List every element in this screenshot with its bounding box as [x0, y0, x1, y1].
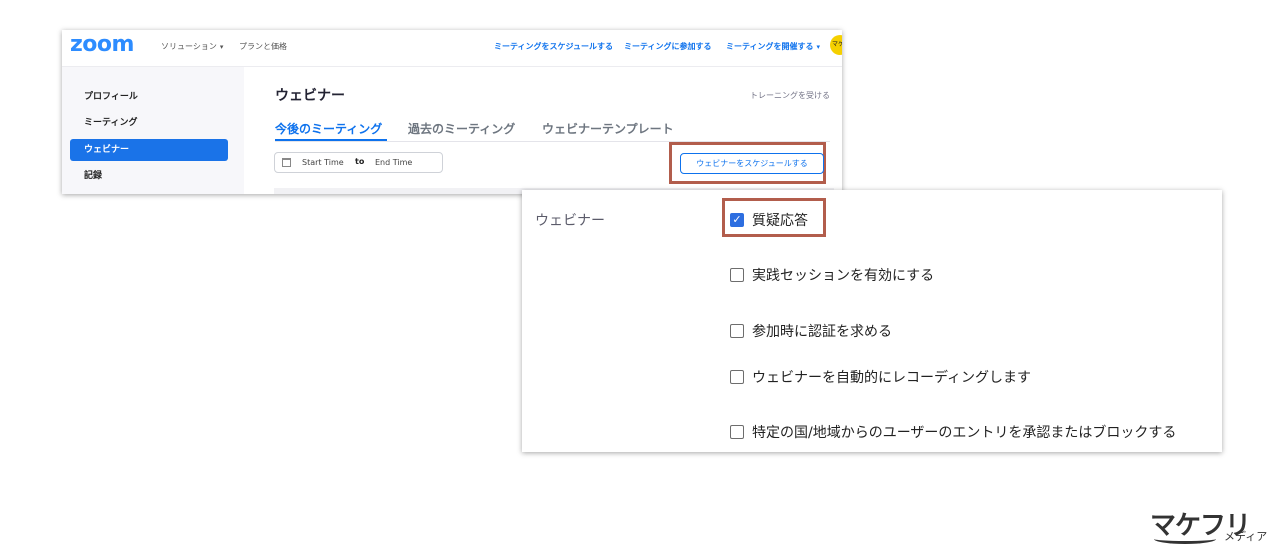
solutions-label: ソリューション — [161, 42, 217, 51]
brand-subtitle: メディア — [1224, 530, 1268, 543]
host-meeting-menu[interactable]: ミーティングを開催する ▾ — [726, 41, 820, 52]
schedule-webinar-button[interactable]: ウェビナーをスケジュールする — [680, 153, 824, 174]
date-range-picker[interactable]: Start Time to End Time — [274, 152, 443, 173]
zoom-webinar-page-screenshot: zoom ソリューション ▾ プランと価格 ミーティングをスケジュールする ミーテ… — [62, 30, 842, 194]
start-time-field[interactable]: Start Time — [302, 158, 344, 167]
main-content: ウェビナー トレーニングを受ける 今後のミーティング 過去のミーティング ウェビ… — [244, 67, 842, 194]
join-meeting-link[interactable]: ミーティングに参加する — [624, 41, 712, 52]
checkbox[interactable] — [730, 268, 744, 282]
tab-previous[interactable]: 過去のミーティング — [408, 120, 515, 137]
checkbox[interactable] — [730, 425, 744, 439]
sidebar-item-webinars[interactable]: ウェビナー — [70, 139, 228, 161]
option-label: 質疑応答 — [752, 213, 808, 229]
page-title: ウェビナー — [275, 88, 345, 104]
checkbox[interactable] — [730, 324, 744, 338]
chevron-down-icon: ▾ — [816, 43, 821, 51]
settings-section-label: ウェビナー — [535, 213, 605, 229]
tab-templates[interactable]: ウェビナーテンプレート — [542, 120, 674, 137]
avatar[interactable]: マケ — [830, 35, 842, 55]
sidebar-item-recordings[interactable]: 記録 — [70, 165, 228, 187]
solutions-menu[interactable]: ソリューション ▾ — [161, 41, 223, 52]
schedule-meeting-link[interactable]: ミーティングをスケジュールする — [494, 41, 613, 52]
option-label: 実践セッションを有効にする — [752, 268, 935, 284]
pricing-link[interactable]: プランと価格 — [239, 41, 287, 52]
option-label: ウェビナーを自動的にレコーディングします — [752, 370, 1032, 386]
checkbox-checked[interactable]: ✓ — [730, 213, 744, 227]
webinar-settings-screenshot: ウェビナー ✓ 質疑応答 実践セッションを有効にする 参加時に認証を求める ウェ… — [522, 190, 1222, 452]
tab-upcoming[interactable]: 今後のミーティング — [275, 120, 382, 137]
checkbox[interactable] — [730, 370, 744, 384]
training-link[interactable]: トレーニングを受ける — [750, 90, 830, 101]
top-navigation-bar: zoom ソリューション ▾ プランと価格 ミーティングをスケジュールする ミーテ… — [62, 30, 842, 67]
host-meeting-label: ミーティングを開催する — [726, 42, 814, 51]
option-label: 参加時に認証を求める — [752, 324, 892, 340]
sidebar-item-meetings[interactable]: ミーティング — [70, 112, 228, 134]
option-label: 特定の国/地域からのユーザーのエントリを承認またはブロックする — [752, 425, 1177, 441]
brand-logo-smile — [1154, 534, 1216, 544]
end-time-field[interactable]: End Time — [375, 158, 412, 167]
sidebar-item-profile[interactable]: プロフィール — [70, 86, 228, 108]
chevron-down-icon: ▾ — [219, 43, 224, 51]
calendar-icon — [282, 158, 291, 167]
sidebar: プロフィール ミーティング ウェビナー 記録 — [62, 67, 244, 194]
date-range-separator: to — [355, 157, 365, 166]
zoom-logo[interactable]: zoom — [70, 32, 134, 57]
